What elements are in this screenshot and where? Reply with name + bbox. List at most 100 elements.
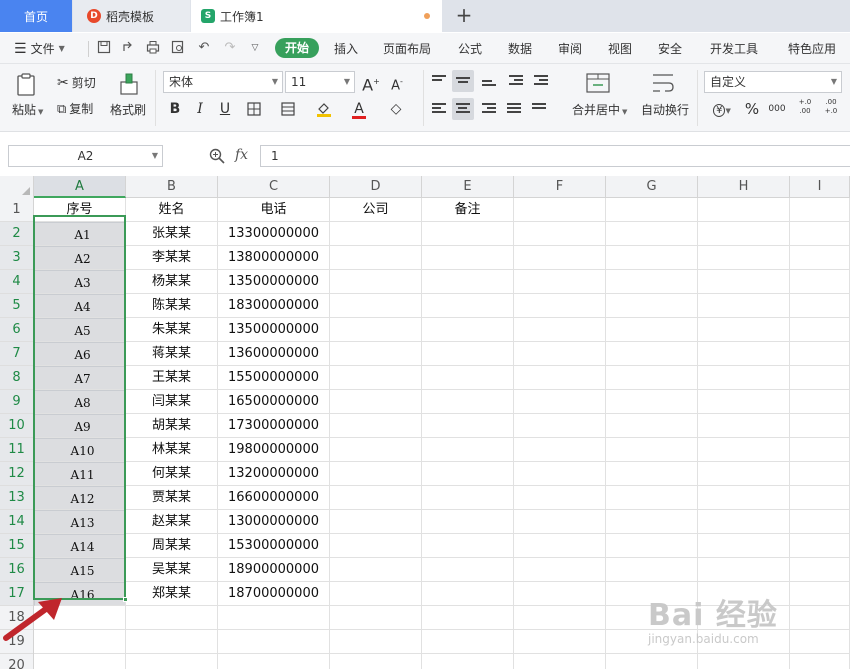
column-header-i[interactable]: I	[790, 176, 850, 198]
cell-i9[interactable]	[790, 390, 850, 414]
cell-c9[interactable]: 16500000000	[218, 390, 330, 414]
decrease-font-button[interactable]: A-	[386, 71, 408, 93]
name-box[interactable]: A2 ▼	[8, 145, 163, 167]
row-header-20[interactable]: 20	[0, 654, 33, 669]
cell-c11[interactable]: 19800000000	[218, 438, 330, 462]
eraser-icon[interactable]: ◇	[385, 98, 407, 120]
cell-g12[interactable]	[606, 462, 698, 486]
justify-icon[interactable]	[503, 98, 525, 120]
cell-f15[interactable]	[514, 534, 606, 558]
borders-icon[interactable]	[243, 98, 265, 120]
cell-f18[interactable]	[514, 606, 606, 630]
fill-color-icon[interactable]	[313, 98, 335, 120]
decrease-indent-icon[interactable]	[505, 70, 527, 92]
cell-e7[interactable]	[422, 342, 514, 366]
row-header-14[interactable]: 14	[0, 510, 33, 534]
zoom-icon[interactable]	[208, 147, 226, 165]
cell-e5[interactable]	[422, 294, 514, 318]
cell-b4[interactable]: 杨某某	[126, 270, 218, 294]
cell-d5[interactable]	[330, 294, 422, 318]
cell-b12[interactable]: 何某某	[126, 462, 218, 486]
cell-e18[interactable]	[422, 606, 514, 630]
cell-d3[interactable]	[330, 246, 422, 270]
tab-home[interactable]: 首页	[0, 0, 72, 32]
cell-e16[interactable]	[422, 558, 514, 582]
cell-g11[interactable]	[606, 438, 698, 462]
cell-f13[interactable]	[514, 486, 606, 510]
cell-b13[interactable]: 贾某某	[126, 486, 218, 510]
number-format-select[interactable]: 自定义 ▼	[704, 71, 842, 93]
cell-h3[interactable]	[698, 246, 790, 270]
cell-h10[interactable]	[698, 414, 790, 438]
cell-f8[interactable]	[514, 366, 606, 390]
cell-a2[interactable]: A1	[34, 222, 126, 246]
cell-h14[interactable]	[698, 510, 790, 534]
cell-c4[interactable]: 13500000000	[218, 270, 330, 294]
cell-a15[interactable]: A14	[34, 534, 126, 558]
cell-g2[interactable]	[606, 222, 698, 246]
wrap-text-icon[interactable]	[651, 72, 679, 98]
cell-i12[interactable]	[790, 462, 850, 486]
cell-g13[interactable]	[606, 486, 698, 510]
column-header-g[interactable]: G	[606, 176, 698, 198]
cell-d16[interactable]	[330, 558, 422, 582]
cell-e3[interactable]	[422, 246, 514, 270]
cell-d15[interactable]	[330, 534, 422, 558]
align-bottom-icon[interactable]	[478, 70, 500, 92]
select-all-corner[interactable]	[0, 176, 34, 198]
cell-c20[interactable]	[218, 654, 330, 669]
cell-h19[interactable]	[698, 630, 790, 654]
cell-e10[interactable]	[422, 414, 514, 438]
cell-g8[interactable]	[606, 366, 698, 390]
cell-h9[interactable]	[698, 390, 790, 414]
tab-workbook[interactable]: S 工作簿1	[191, 0, 442, 32]
cell-c8[interactable]: 15500000000	[218, 366, 330, 390]
cell-h13[interactable]	[698, 486, 790, 510]
cell-g3[interactable]	[606, 246, 698, 270]
cell-d11[interactable]	[330, 438, 422, 462]
thousands-button[interactable]: 000	[766, 98, 788, 120]
cell-a16[interactable]: A15	[34, 558, 126, 582]
cell-i4[interactable]	[790, 270, 850, 294]
cell-h15[interactable]	[698, 534, 790, 558]
row-header-17[interactable]: 17	[0, 582, 33, 606]
cell-d9[interactable]	[330, 390, 422, 414]
align-center-icon[interactable]	[452, 98, 474, 120]
cell-d2[interactable]	[330, 222, 422, 246]
cell-b3[interactable]: 李某某	[126, 246, 218, 270]
format-painter-icon[interactable]	[117, 72, 145, 98]
cell-f9[interactable]	[514, 390, 606, 414]
decrease-decimal-button[interactable]: .00 +.0	[820, 98, 842, 120]
cell-f14[interactable]	[514, 510, 606, 534]
row-header-1[interactable]: 1	[0, 198, 33, 222]
cell-h16[interactable]	[698, 558, 790, 582]
cell-b2[interactable]: 张某某	[126, 222, 218, 246]
cell-e11[interactable]	[422, 438, 514, 462]
cell-c7[interactable]: 13600000000	[218, 342, 330, 366]
cell-e2[interactable]	[422, 222, 514, 246]
row-header-3[interactable]: 3	[0, 246, 33, 270]
menu-file[interactable]: ☰ 文件 ▼	[14, 40, 65, 57]
cell-f1[interactable]	[514, 198, 606, 222]
cell-i19[interactable]	[790, 630, 850, 654]
menu-review[interactable]: 审阅	[558, 40, 582, 57]
increase-font-button[interactable]: A+	[360, 71, 382, 94]
cell-h11[interactable]	[698, 438, 790, 462]
cell-c5[interactable]: 18300000000	[218, 294, 330, 318]
column-header-f[interactable]: F	[514, 176, 606, 198]
cell-f2[interactable]	[514, 222, 606, 246]
cell-b9[interactable]: 闫某某	[126, 390, 218, 414]
row-header-13[interactable]: 13	[0, 486, 33, 510]
cell-c10[interactable]: 17300000000	[218, 414, 330, 438]
cell-d7[interactable]	[330, 342, 422, 366]
cell-d4[interactable]	[330, 270, 422, 294]
cell-a11[interactable]: A10	[34, 438, 126, 462]
cell-i5[interactable]	[790, 294, 850, 318]
cell-e20[interactable]	[422, 654, 514, 669]
cell-e19[interactable]	[422, 630, 514, 654]
cell-f19[interactable]	[514, 630, 606, 654]
cell-e14[interactable]	[422, 510, 514, 534]
save-icon[interactable]	[96, 40, 112, 56]
cell-b1[interactable]: 姓名	[126, 198, 218, 222]
cell-i7[interactable]	[790, 342, 850, 366]
